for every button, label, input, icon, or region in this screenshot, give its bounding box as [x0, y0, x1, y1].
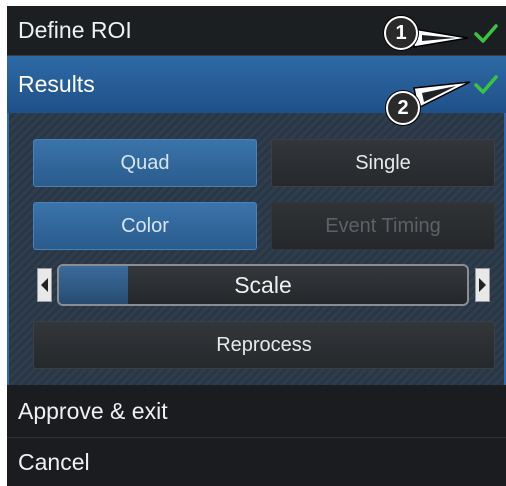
quad-button-label: Quad — [120, 151, 170, 174]
reprocess-button-label: Reprocess — [216, 333, 312, 356]
quad-button[interactable]: Quad — [33, 139, 257, 187]
menu-item-approve-exit[interactable]: Approve & exit — [7, 385, 506, 438]
callout-number: 2 — [397, 96, 409, 119]
single-button-label: Single — [355, 151, 411, 174]
reprocess-button[interactable]: Reprocess — [33, 321, 495, 369]
callout-badge-2: 2 — [386, 91, 420, 125]
color-button[interactable]: Color — [33, 202, 257, 250]
menu-item-label: Define ROI — [18, 17, 132, 43]
callout-pointer — [413, 28, 469, 48]
event-timing-button: Event Timing — [271, 202, 495, 250]
callout-badge-1: 1 — [384, 16, 418, 50]
results-panel: Quad Single Color Event Timing Scale Rep… — [7, 113, 506, 390]
arrow-right-icon[interactable] — [475, 268, 490, 302]
callout-pointer — [413, 81, 471, 110]
menu-frame: Define ROI Results Quad Single Color Eve… — [7, 6, 506, 486]
scale-label: Scale — [234, 271, 292, 298]
single-button[interactable]: Single — [271, 139, 495, 187]
event-timing-button-label: Event Timing — [325, 214, 441, 237]
menu-item-cancel[interactable]: Cancel — [7, 439, 506, 486]
scale-slider[interactable]: Scale — [33, 264, 490, 306]
menu-item-label: Results — [18, 71, 95, 97]
menu-item-label: Cancel — [18, 449, 90, 475]
color-button-label: Color — [121, 214, 169, 237]
checkmark-icon — [474, 24, 498, 43]
scale-track[interactable]: Scale — [57, 264, 469, 306]
arrow-left-icon[interactable] — [37, 268, 52, 302]
menu-item-label: Approve & exit — [18, 397, 168, 424]
checkmark-icon — [474, 75, 498, 94]
callout-number: 1 — [395, 21, 407, 44]
